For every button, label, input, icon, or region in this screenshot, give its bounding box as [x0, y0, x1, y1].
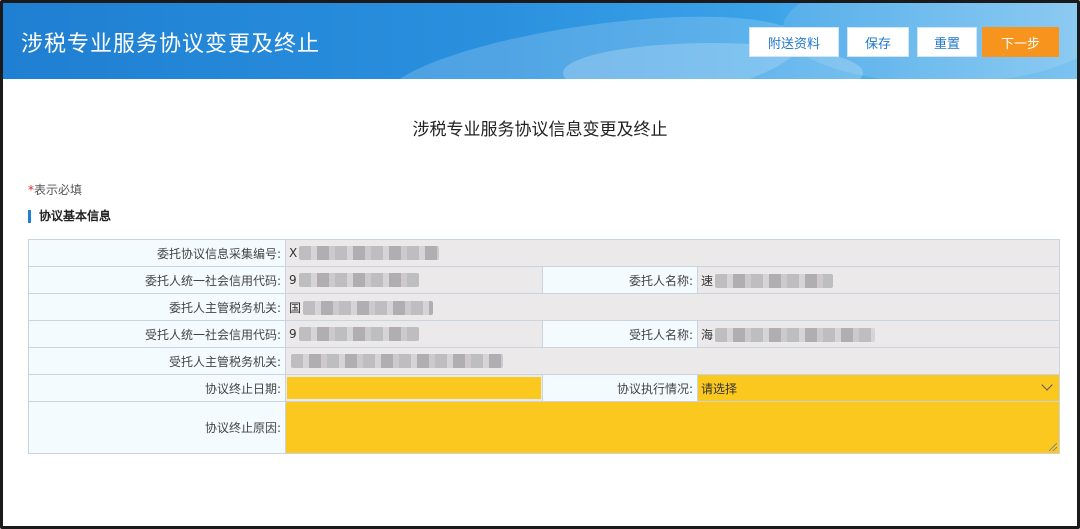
- resize-grip-icon[interactable]: [1049, 443, 1057, 451]
- principal-credit-code-label: 委托人统一社会信用代码:: [28, 266, 286, 294]
- agent-credit-code-label: 受托人统一社会信用代码:: [28, 320, 286, 348]
- section-title: 协议基本信息: [28, 210, 111, 223]
- form-row: 委托人主管税务机关: 国: [28, 293, 1060, 321]
- agent-name-value: 海: [697, 320, 1060, 348]
- agent-credit-code-prefix: 9: [289, 326, 297, 341]
- execution-select-value: 请选择: [701, 381, 738, 396]
- agreement-info-form: 委托协议信息采集编号: X 委托人统一社会信用代码: 9 委托人名称: 速 委托…: [28, 239, 1060, 454]
- next-step-button[interactable]: 下一步: [982, 27, 1059, 57]
- agreement-no-prefix: X: [289, 245, 298, 260]
- principal-name-label: 委托人名称:: [542, 266, 698, 294]
- principal-tax-office-label: 委托人主管税务机关:: [28, 293, 286, 321]
- agreement-no-label: 委托协议信息采集编号:: [28, 239, 286, 267]
- redacted-text: [291, 354, 503, 369]
- agent-tax-office-label: 受托人主管税务机关:: [28, 347, 286, 375]
- execution-select[interactable]: 请选择: [697, 374, 1060, 402]
- principal-credit-code-prefix: 9: [289, 272, 297, 287]
- end-date-label: 协议终止日期:: [28, 374, 286, 402]
- end-reason-textarea[interactable]: [285, 401, 1060, 454]
- principal-credit-code-value: 9: [285, 266, 543, 294]
- principal-name-value: 速: [697, 266, 1060, 294]
- page-title: 涉税专业服务协议信息变更及终止: [412, 120, 668, 140]
- agent-credit-code-value: 9: [285, 320, 543, 348]
- agreement-no-value: X: [285, 239, 1060, 267]
- redacted-text: [715, 274, 834, 288]
- required-note-text: 表示必填: [34, 183, 83, 197]
- principal-name-prefix: 速: [701, 273, 714, 288]
- redacted-text: [298, 327, 419, 342]
- form-row: 协议终止日期: 协议执行情况: 请选择: [28, 374, 1060, 402]
- agent-name-prefix: 海: [701, 327, 714, 342]
- required-note: *表示必填: [28, 181, 82, 198]
- reset-button[interactable]: 重置: [917, 27, 977, 57]
- end-date-cell: [285, 374, 543, 402]
- form-row: 受托人统一社会信用代码: 9 受托人名称: 海: [28, 320, 1060, 348]
- execution-label: 协议执行情况:: [542, 374, 698, 402]
- form-row: 受托人主管税务机关:: [28, 347, 1060, 375]
- header-bar: 涉税专业服务协议变更及终止 附送资料 保存 重置 下一步: [3, 3, 1077, 79]
- agent-tax-office-value: [285, 347, 1060, 375]
- save-button[interactable]: 保存: [847, 27, 909, 57]
- chevron-down-icon: [1041, 379, 1053, 391]
- form-row: 委托人统一社会信用代码: 9 委托人名称: 速: [28, 266, 1060, 294]
- form-row: 委托协议信息采集编号: X: [28, 239, 1060, 267]
- principal-tax-office-value: 国: [285, 293, 1060, 321]
- app-window: 涉税专业服务协议变更及终止 附送资料 保存 重置 下一步 涉税专业服务协议信息变…: [0, 0, 1080, 529]
- redacted-text: [303, 301, 434, 315]
- agent-name-label: 受托人名称:: [542, 320, 698, 348]
- end-date-input[interactable]: [287, 377, 541, 399]
- redacted-text: [299, 246, 440, 261]
- form-row: 协议终止原因:: [28, 401, 1060, 454]
- app-title: 涉税专业服务协议变更及终止: [21, 32, 321, 57]
- end-reason-label: 协议终止原因:: [28, 401, 286, 454]
- redacted-text: [298, 273, 419, 288]
- principal-tax-office-prefix: 国: [289, 300, 302, 315]
- attach-documents-button[interactable]: 附送资料: [749, 27, 839, 57]
- redacted-text: [715, 328, 876, 342]
